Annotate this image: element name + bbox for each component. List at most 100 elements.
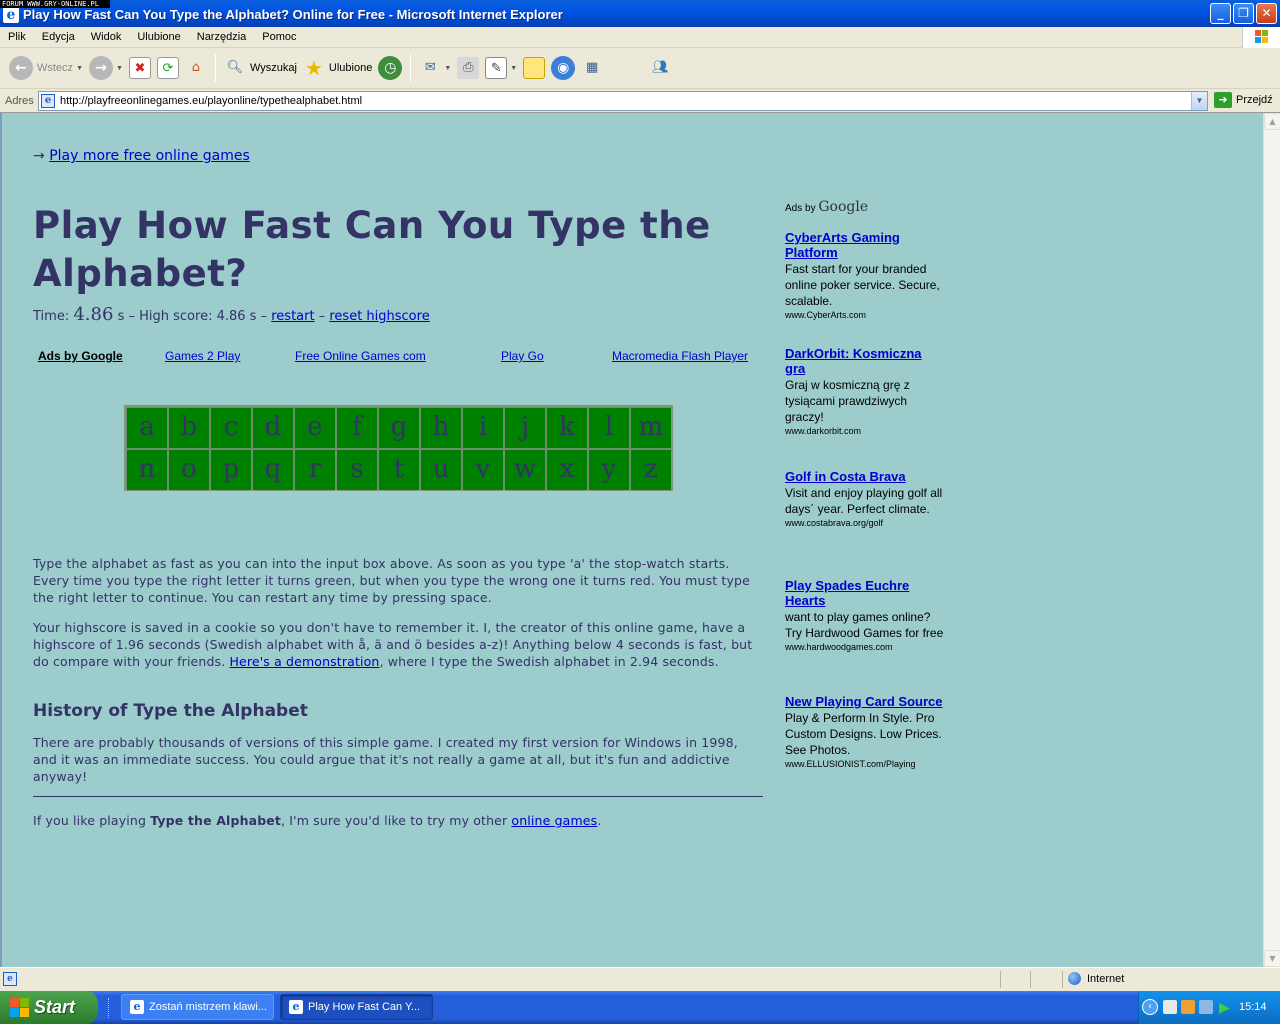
- refresh-icon: ⟳: [156, 57, 179, 79]
- show-hidden-icons-icon[interactable]: ‹: [1142, 999, 1158, 1015]
- ad-item[interactable]: CyberArts Gaming Platform Fast start for…: [785, 230, 945, 321]
- zone-label: Internet: [1087, 972, 1125, 985]
- letter-cell: o: [169, 450, 209, 490]
- home-button[interactable]: ⌂: [182, 50, 210, 86]
- research-button[interactable]: ◉: [548, 50, 578, 86]
- close-button[interactable]: ✕: [1256, 3, 1277, 24]
- star-icon: ★: [304, 56, 323, 80]
- vertical-scrollbar[interactable]: ▲ ▼: [1263, 113, 1280, 967]
- ad-body: Fast start for your branded online poker…: [785, 262, 940, 308]
- ad-link-play-go[interactable]: Play Go: [501, 349, 544, 363]
- menu-view[interactable]: Widok: [83, 27, 130, 47]
- letter-cell: b: [169, 408, 209, 448]
- ad-link-games-2-play[interactable]: Games 2 Play: [165, 349, 240, 363]
- google-ads-column: Ads by Google CyberArts Gaming Platform …: [785, 199, 945, 769]
- ad-links-bar: Ads by Google Games 2 Play Free Online G…: [38, 349, 753, 365]
- history-icon: ◷: [378, 56, 403, 80]
- forward-dropdown-icon[interactable]: ▼: [116, 65, 123, 72]
- restore-button[interactable]: ❐: [1233, 3, 1254, 24]
- ad-item[interactable]: Play Spades Euchre Hearts want to play g…: [785, 578, 945, 653]
- tray-network-icon[interactable]: [1199, 1000, 1213, 1014]
- ad-url[interactable]: www.hardwoodgames.com: [785, 642, 945, 653]
- footer-text-middle: , I'm sure you'd like to try my other: [281, 813, 512, 828]
- security-zone[interactable]: Internet: [1068, 972, 1124, 985]
- ad-title[interactable]: Play Spades Euchre Hearts: [785, 578, 945, 608]
- status-divider: [1062, 971, 1063, 988]
- clock[interactable]: 15:14: [1239, 1001, 1267, 1013]
- menu-tools[interactable]: Narzędzia: [189, 27, 255, 47]
- back-dropdown-icon[interactable]: ▼: [76, 65, 83, 72]
- address-bar: Adres e http://playfreeonlinegames.eu/pl…: [0, 89, 1280, 113]
- alphabet-grid[interactable]: abcdefghijklm nopqrstuvwxyz: [124, 405, 673, 491]
- printer-icon: ⎙: [457, 57, 480, 79]
- online-games-link[interactable]: online games: [511, 813, 597, 828]
- ad-title[interactable]: CyberArts Gaming Platform: [785, 230, 945, 260]
- edit-dropdown-icon[interactable]: ▼: [510, 65, 517, 72]
- messenger-button[interactable]: 👥︎: [646, 50, 674, 86]
- menu-favorites[interactable]: Ulubione: [129, 27, 188, 47]
- menu-file[interactable]: Plik: [0, 27, 34, 47]
- ad-body: Visit and enjoy playing golf all days´ y…: [785, 486, 943, 516]
- restart-link[interactable]: restart: [271, 309, 314, 324]
- scroll-down-icon[interactable]: ▼: [1264, 950, 1280, 967]
- ad-url[interactable]: www.costabrava.org/golf: [785, 518, 945, 529]
- window-titlebar[interactable]: e Play How Fast Can You Type the Alphabe…: [0, 0, 1280, 27]
- ad-title[interactable]: New Playing Card Source: [785, 694, 945, 709]
- ad-link-free-online-games[interactable]: Free Online Games com: [295, 349, 426, 363]
- stop-button[interactable]: ✖: [126, 50, 154, 86]
- mail-dropdown-icon[interactable]: ▼: [444, 65, 451, 72]
- minimize-button[interactable]: _: [1210, 3, 1231, 24]
- ad-url[interactable]: www.ELLUSIONIST.com/Playing: [785, 759, 945, 770]
- mail-button[interactable]: ✉ ▼: [416, 50, 454, 86]
- menu-help[interactable]: Pomoc: [254, 27, 304, 47]
- discuss-button[interactable]: [520, 50, 548, 86]
- taskbar-button-active-window[interactable]: e Play How Fast Can Y...: [280, 994, 433, 1020]
- ad-url[interactable]: www.darkorbit.com: [785, 426, 945, 437]
- tray-java-icon[interactable]: [1181, 1000, 1195, 1014]
- address-url[interactable]: http://playfreeonlinegames.eu/playonline…: [60, 95, 362, 107]
- taskbar-button-other-window[interactable]: e Zostań mistrzem klawi...: [121, 994, 274, 1020]
- refresh-button[interactable]: ⟳: [154, 50, 182, 86]
- ads-by-prefix: Ads by: [785, 203, 816, 214]
- search-button[interactable]: 🔍︎ Wyszukaj: [221, 50, 300, 86]
- ie-app-icon[interactable]: e: [3, 7, 19, 23]
- ad-item[interactable]: New Playing Card Source Play & Perform I…: [785, 694, 945, 770]
- search-icon: 🔍︎: [226, 60, 244, 75]
- ad-link-flash-player[interactable]: Macromedia Flash Player: [612, 349, 748, 363]
- ads-by-google-header[interactable]: Ads by Google: [38, 349, 123, 363]
- address-input[interactable]: e http://playfreeonlinegames.eu/playonli…: [38, 91, 1208, 111]
- watermark: FORUM WWW.GRY-ONLINE.PL: [0, 0, 110, 8]
- timer-separator: –: [128, 309, 135, 324]
- scroll-up-icon[interactable]: ▲: [1264, 113, 1280, 130]
- ad-title[interactable]: Golf in Costa Brava: [785, 469, 945, 484]
- back-button[interactable]: ← Wstecz ▼: [6, 50, 86, 86]
- ad-item[interactable]: Golf in Costa Brava Visit and enjoy play…: [785, 469, 945, 529]
- favorites-label: Ulubione: [328, 62, 373, 74]
- footer-text-end: .: [597, 813, 602, 828]
- footer-paragraph: If you like playing Type the Alphabet, I…: [33, 812, 765, 829]
- go-label: Przejdź: [1236, 94, 1273, 106]
- ad-url[interactable]: www.CyberArts.com: [785, 310, 945, 321]
- more-games-link[interactable]: Play more free online games: [49, 148, 250, 164]
- ad-title[interactable]: DarkOrbit: Kosmiczna gra: [785, 346, 945, 376]
- ad-item[interactable]: DarkOrbit: Kosmiczna gra Graj w kosmiczn…: [785, 346, 945, 437]
- go-button[interactable]: ➜ Przejdź: [1214, 92, 1273, 108]
- start-button[interactable]: Start: [0, 991, 98, 1024]
- print-button[interactable]: ⎙: [454, 50, 482, 86]
- favorites-button[interactable]: ★ Ulubione: [300, 50, 375, 86]
- edit-button[interactable]: ✎ ▼: [482, 50, 520, 86]
- letter-cell: f: [337, 408, 377, 448]
- menu-edit[interactable]: Edycja: [34, 27, 83, 47]
- tray-app-icon[interactable]: [1163, 1000, 1177, 1014]
- forward-button[interactable]: → ▼: [86, 50, 126, 86]
- address-dropdown-icon[interactable]: ▼: [1191, 92, 1207, 110]
- demonstration-link[interactable]: Here's a demonstration: [229, 654, 379, 669]
- letter-cell: w: [505, 450, 545, 490]
- history-button[interactable]: ◷: [375, 50, 405, 86]
- home-icon: ⌂: [191, 60, 201, 75]
- reset-highscore-link[interactable]: reset highscore: [329, 309, 429, 324]
- media-button[interactable]: ▦: [578, 50, 606, 86]
- ads-by-google-label[interactable]: Ads by Google: [785, 199, 945, 215]
- taskbar-grip[interactable]: [108, 998, 111, 1018]
- tray-media-icon[interactable]: ▶: [1219, 1000, 1233, 1014]
